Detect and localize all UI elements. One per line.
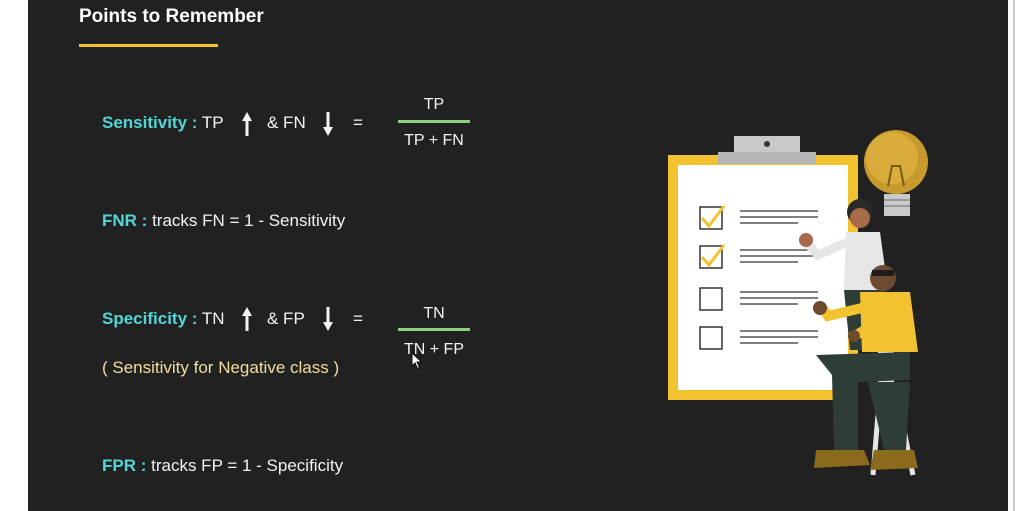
specificity-row: Specificity : TN [102, 309, 225, 329]
fnr-term: FNR : [102, 211, 148, 230]
specificity-term: Specificity : [102, 309, 198, 328]
sensitivity-row: Sensitivity : TP [102, 113, 224, 133]
fpr-text: tracks FP = 1 - Specificity [151, 456, 344, 475]
specificity-fp: & FP [267, 309, 305, 328]
sensitivity-fraction-bar [398, 120, 470, 123]
arrow-up-icon [242, 307, 252, 331]
specificity-equals: = [353, 309, 363, 328]
fnr-row: FNR : tracks FN = 1 - Sensitivity [102, 211, 345, 231]
scrollbar-track[interactable] [1013, 0, 1015, 511]
fpr-term: FPR : [102, 456, 147, 475]
specificity-numerator: TN [423, 305, 445, 322]
specificity-tn: TN [201, 309, 225, 328]
sensitivity-denominator: TP + FN [404, 132, 464, 149]
arrow-down-icon [323, 307, 333, 331]
mouse-cursor-icon [411, 352, 423, 370]
sensitivity-numerator: TP [423, 96, 445, 113]
fpr-row: FPR : tracks FP = 1 - Specificity [102, 456, 343, 476]
slide: Points to Remember Sensitivity : TP & FN… [28, 0, 1008, 511]
sensitivity-equals: = [353, 113, 363, 132]
sensitivity-tp: TP [201, 113, 224, 132]
sensitivity-fn: & FN [267, 113, 306, 132]
specificity-note: ( Sensitivity for Negative class ) [102, 358, 340, 377]
slide-title: Points to Remember [79, 6, 264, 27]
clipboard-checklist-people-illustration [668, 130, 928, 476]
arrow-down-icon [323, 112, 333, 136]
specificity-fraction-bar [398, 328, 470, 331]
fnr-text: tracks FN = 1 - Sensitivity [152, 211, 346, 230]
arrow-up-icon [242, 112, 252, 136]
title-underline [79, 44, 218, 47]
sensitivity-term: Sensitivity : [102, 113, 198, 132]
specificity-denominator: TN + FP [403, 341, 464, 358]
